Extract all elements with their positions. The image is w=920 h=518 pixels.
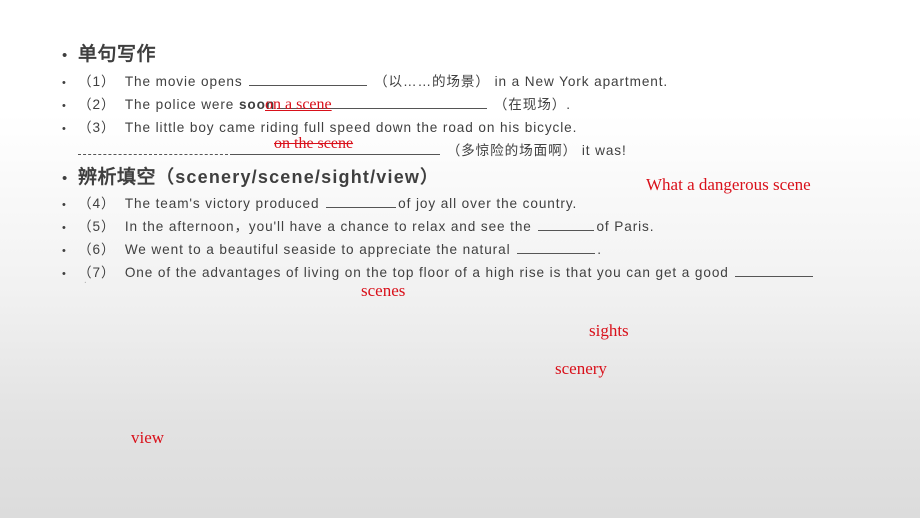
bullet-dot: • [62, 170, 68, 187]
q2-number: （2） [78, 97, 116, 112]
q7-before: One of the advantages of living on the t… [124, 265, 729, 280]
heading-2-cn: 辨析填空 [78, 167, 157, 188]
content-list: • 单句写作 • （1） The movie opens （以……的场景） in… [62, 40, 912, 284]
q3-sentence: The little boy came riding full speed do… [124, 120, 578, 135]
heading-2-en: （scenery/scene/sight/view） [156, 167, 440, 187]
list-item-q2: • （2） The police were soon （在现场）. [62, 93, 912, 116]
q3-number: （3） [78, 120, 116, 135]
q2-hint: （在现场）. [493, 97, 571, 112]
q6-after: . [597, 242, 602, 257]
q7-answer-blank[interactable] [735, 263, 814, 277]
bullet-dot: • [62, 245, 66, 257]
q1-tail: in a New York apartment. [494, 74, 669, 89]
bullet-dot: • [62, 77, 66, 89]
q5-number: （5） [78, 219, 116, 234]
list-item-q7: • （7） One of the advantages of living on… [62, 261, 912, 284]
question-5-text: （5） In the afternoon，you'll have a chanc… [78, 215, 912, 238]
question-2-text: （2） The police were soon （在现场）. [78, 93, 912, 116]
list-item-q3: • （3） The little boy came riding full sp… [62, 116, 912, 139]
q4-answer-blank[interactable] [326, 194, 397, 208]
question-3-blank-row: （多惊险的场面啊） it was! [78, 139, 912, 162]
answer-q7: view [131, 428, 165, 447]
q3-tail: it was! [581, 143, 627, 158]
question-7-text: （7） One of the advantages of living on t… [78, 261, 912, 284]
q6-before: We went to a beautiful seaside to apprec… [124, 242, 511, 257]
q4-number: （4） [78, 196, 116, 211]
bullet-dot: • [62, 123, 66, 135]
q3-dashed-blank[interactable] [78, 141, 228, 155]
answer-q2: on a scene [265, 96, 332, 113]
q1-before: The movie opens [124, 74, 243, 89]
question-6-text: （6） We went to a beautiful seaside to ap… [78, 238, 912, 261]
q5-before: In the afternoon，you'll have a chance to… [124, 219, 532, 234]
answer-q3-exclamation: What a dangerous scene [646, 175, 811, 194]
q5-after: of Paris. [596, 219, 655, 234]
list-item-heading-1: • 单句写作 [62, 40, 912, 70]
answer-q4: scenes [361, 281, 406, 300]
bullet-dot: • [62, 199, 66, 211]
bullet-dot: • [62, 268, 66, 280]
q4-before: The team's victory produced [124, 196, 320, 211]
q6-answer-blank[interactable] [517, 240, 596, 254]
heading-1-label: 单句写作 [78, 44, 157, 65]
list-item-q1: • （1） The movie opens （以……的场景） in a New … [62, 70, 912, 93]
bullet-spacer [62, 147, 78, 158]
question-3-text: （3） The little boy came riding full spee… [78, 116, 912, 139]
answer-q6: scenery [555, 359, 607, 378]
q2-before: The police were [124, 97, 235, 112]
question-1-text: （1） The movie opens （以……的场景） in a New Yo… [78, 70, 912, 93]
answer-q3-inline: on the scene [274, 135, 354, 152]
answer-q5: sights [589, 321, 629, 340]
list-item-q3-line2: （多惊险的场面啊） it was! [62, 139, 912, 162]
question-4-text: （4） The team's victory produced of joy a… [78, 192, 912, 215]
list-item-q6: • （6） We went to a beautiful seaside to … [62, 238, 912, 261]
q4-after: of joy all over the country. [398, 196, 578, 211]
q3-hint: （多惊险的场面啊） [446, 143, 578, 158]
q1-answer-blank[interactable] [249, 72, 368, 86]
q1-hint: （以……的场景） [373, 74, 490, 89]
slide-canvas: • 单句写作 • （1） The movie opens （以……的场景） in… [0, 0, 920, 518]
q5-answer-blank[interactable] [538, 217, 595, 231]
bullet-dot: • [62, 100, 66, 112]
bullet-dot: • [62, 222, 66, 234]
bullet-dot: • [62, 47, 68, 64]
q6-number: （6） [78, 242, 116, 257]
q1-number: （1） [78, 74, 116, 89]
list-item-q4: • （4） The team's victory produced of joy… [62, 192, 912, 215]
list-item-q5: • （5） In the afternoon，you'll have a cha… [62, 215, 912, 238]
stray-mark: . [84, 274, 87, 286]
